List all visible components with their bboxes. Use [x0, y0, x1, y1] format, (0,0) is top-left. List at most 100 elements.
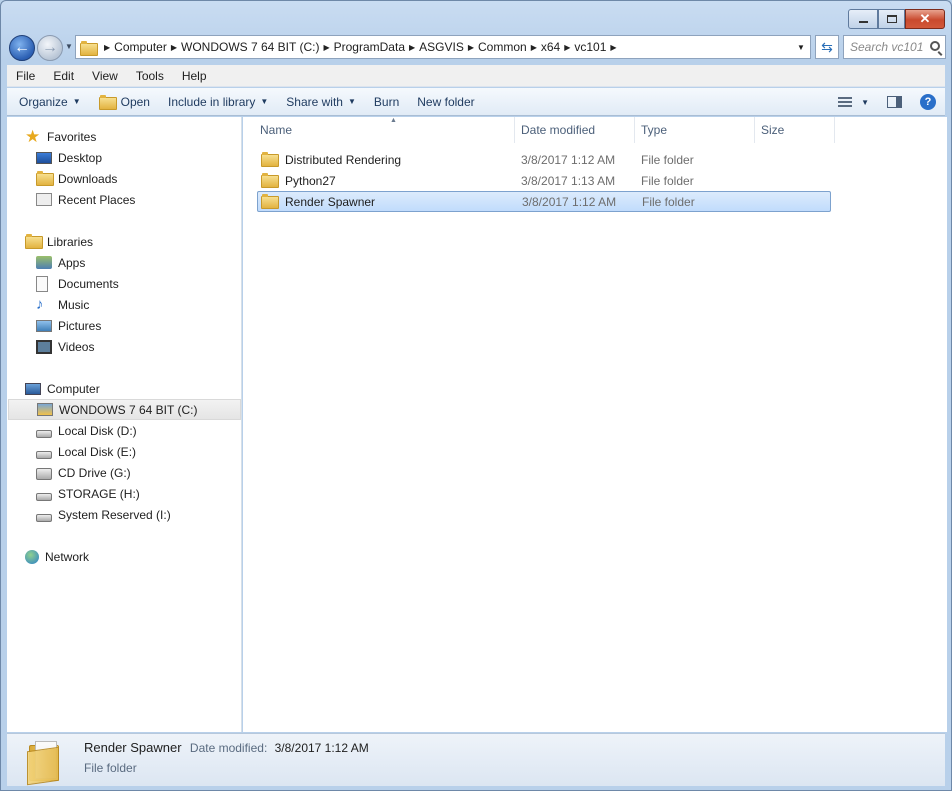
- breadcrumb-common[interactable]: Common: [478, 40, 527, 54]
- system-drive-icon: [37, 403, 53, 416]
- folder-icon: [261, 151, 279, 168]
- include-in-library-button[interactable]: Include in library ▼: [159, 95, 277, 109]
- breadcrumb-programdata[interactable]: ProgramData: [334, 40, 405, 54]
- nav-item-label: WONDOWS 7 64 BIT (C:): [59, 402, 198, 417]
- maximize-button[interactable]: [878, 9, 905, 29]
- hard-drive-icon: [36, 450, 52, 459]
- navigation-pane: ★ Favorites Desktop Downloads Recent Plac…: [7, 117, 242, 732]
- menu-file[interactable]: File: [7, 69, 44, 83]
- refresh-icon: ⇆: [821, 38, 833, 55]
- nav-computer[interactable]: Computer: [25, 378, 258, 399]
- nav-item-drive-e[interactable]: Local Disk (E:): [36, 441, 269, 462]
- cd-drive-icon: [36, 467, 52, 480]
- nav-item-documents[interactable]: Documents: [36, 273, 269, 294]
- column-header-type-label: Type: [641, 123, 668, 137]
- chevron-right-icon[interactable]: ▶: [468, 43, 474, 52]
- nav-item-drive-g[interactable]: CD Drive (G:): [36, 462, 269, 483]
- details-text: Render Spawner Date modified: 3/8/2017 1…: [84, 740, 369, 775]
- breadcrumb-x64[interactable]: x64: [541, 40, 560, 54]
- breadcrumb-asgvis[interactable]: ASGVIS: [419, 40, 464, 54]
- hard-drive-icon: [36, 492, 52, 501]
- nav-item-pictures[interactable]: Pictures: [36, 315, 269, 336]
- chevron-right-icon[interactable]: ▶: [323, 43, 329, 52]
- nav-item-label: Local Disk (E:): [58, 444, 137, 459]
- forward-button[interactable]: →: [37, 35, 63, 61]
- nav-item-label: Music: [58, 297, 90, 312]
- column-header-name[interactable]: Name ▲: [254, 117, 515, 143]
- nav-item-downloads[interactable]: Downloads: [36, 168, 269, 189]
- details-date-label: Date modified:: [189, 741, 268, 755]
- help-button[interactable]: ?: [911, 94, 945, 110]
- open-button[interactable]: Open: [90, 95, 159, 110]
- menu-view[interactable]: View: [83, 69, 127, 83]
- nav-item-desktop[interactable]: Desktop: [36, 147, 269, 168]
- details-view-icon: [838, 97, 853, 107]
- chevron-right-icon[interactable]: ▶: [610, 43, 616, 52]
- new-folder-button[interactable]: New folder: [408, 95, 483, 109]
- nav-item-apps[interactable]: Apps: [36, 252, 269, 273]
- column-header-type[interactable]: Type: [635, 117, 755, 143]
- share-with-button[interactable]: Share with ▼: [277, 95, 365, 109]
- back-button[interactable]: ←: [9, 35, 35, 61]
- computer-icon: [25, 382, 41, 395]
- address-history-dropdown[interactable]: ▼: [792, 36, 810, 58]
- nav-libraries[interactable]: Libraries: [25, 231, 258, 252]
- chevron-right-icon[interactable]: ▶: [104, 43, 110, 52]
- large-folder-icon: [27, 739, 63, 786]
- table-row[interactable]: Distributed Rendering 3/8/2017 1:12 AM F…: [257, 149, 831, 170]
- burn-button[interactable]: Burn: [365, 95, 408, 109]
- file-type: File folder: [641, 152, 694, 167]
- search-input[interactable]: Search vc101: [843, 35, 946, 59]
- chevron-right-icon[interactable]: ▶: [564, 43, 570, 52]
- menu-help[interactable]: Help: [173, 69, 216, 83]
- breadcrumb-vc101[interactable]: vc101: [574, 40, 606, 54]
- burn-label: Burn: [373, 94, 400, 109]
- downloads-icon: [36, 170, 54, 187]
- file-type: File folder: [642, 194, 695, 209]
- music-icon: ♪: [36, 295, 44, 313]
- nav-item-drive-i[interactable]: System Reserved (I:): [36, 504, 269, 525]
- caption-buttons: ✕: [848, 9, 945, 29]
- chevron-right-icon[interactable]: ▶: [409, 43, 415, 52]
- address-bar[interactable]: ▶ Computer ▶ WONDOWS 7 64 BIT (C:) ▶ Pro…: [75, 35, 811, 59]
- column-header-date[interactable]: Date modified: [515, 117, 635, 143]
- minimize-button[interactable]: [848, 9, 878, 29]
- details-name: Render Spawner: [84, 740, 182, 755]
- close-button[interactable]: ✕: [905, 9, 945, 29]
- change-view-button[interactable]: ▼: [829, 97, 878, 107]
- nav-favorites[interactable]: ★ Favorites: [25, 126, 258, 147]
- refresh-button[interactable]: ⇆: [815, 35, 839, 59]
- new-folder-label: New folder: [417, 94, 475, 109]
- table-row-selected[interactable]: Render Spawner 3/8/2017 1:12 AM File fol…: [257, 191, 831, 212]
- details-pane: Render Spawner Date modified: 3/8/2017 1…: [7, 733, 945, 786]
- network-icon: [25, 549, 39, 564]
- breadcrumb-computer[interactable]: Computer: [114, 40, 167, 54]
- nav-item-drive-h[interactable]: STORAGE (H:): [36, 483, 269, 504]
- breadcrumb-drive[interactable]: WONDOWS 7 64 BIT (C:): [181, 40, 319, 54]
- desktop-icon: [36, 151, 52, 164]
- view-controls: ▼ ?: [829, 88, 945, 116]
- column-header-date-label: Date modified: [521, 123, 596, 137]
- preview-pane-button[interactable]: [878, 96, 911, 108]
- nav-item-videos[interactable]: Videos: [36, 336, 269, 357]
- nav-item-label: Apps: [58, 255, 86, 270]
- help-icon: ?: [920, 94, 936, 110]
- menu-edit[interactable]: Edit: [44, 69, 83, 83]
- nav-item-label: Downloads: [58, 171, 118, 186]
- file-name: Render Spawner: [285, 194, 376, 209]
- nav-item-drive-c[interactable]: WONDOWS 7 64 BIT (C:): [8, 399, 241, 420]
- nav-item-recent-places[interactable]: Recent Places: [36, 189, 269, 210]
- chevron-right-icon[interactable]: ▶: [531, 43, 537, 52]
- recent-pages-dropdown[interactable]: ▼: [65, 42, 73, 51]
- organize-button[interactable]: Organize ▼: [7, 95, 90, 109]
- nav-item-drive-d[interactable]: Local Disk (D:): [36, 420, 269, 441]
- nav-item-label: Pictures: [58, 318, 102, 333]
- column-headers: Name ▲ Date modified Type Size: [243, 117, 947, 143]
- nav-network[interactable]: Network: [25, 546, 258, 567]
- chevron-right-icon[interactable]: ▶: [171, 43, 177, 52]
- chevron-down-icon: ▼: [797, 42, 805, 52]
- nav-item-music[interactable]: ♪ Music: [36, 294, 269, 315]
- column-header-size[interactable]: Size: [755, 117, 835, 143]
- table-row[interactable]: Python27 3/8/2017 1:13 AM File folder: [257, 170, 831, 191]
- menu-tools[interactable]: Tools: [127, 69, 173, 83]
